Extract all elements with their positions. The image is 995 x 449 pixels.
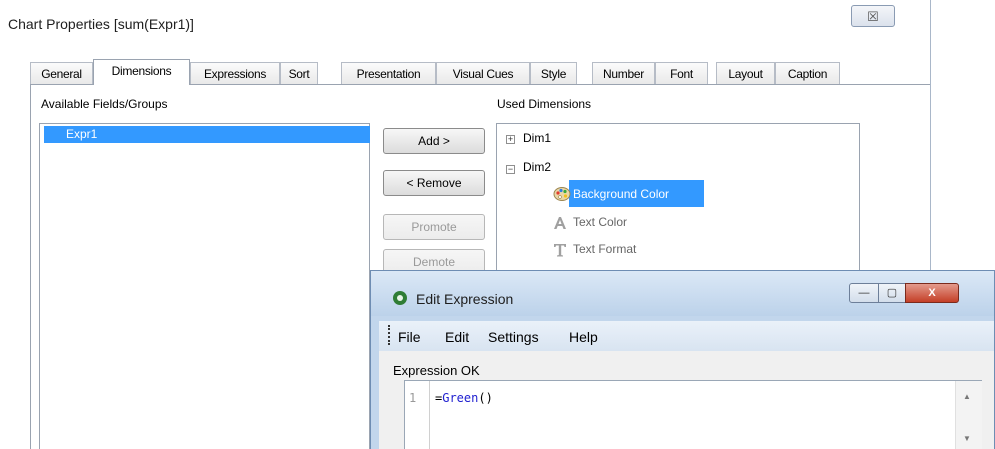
maximize-button[interactable]: ▢: [878, 283, 906, 303]
expand-icon[interactable]: +: [506, 135, 515, 144]
tree-item-dim2[interactable]: Dim2: [523, 160, 551, 174]
window-close-button[interactable]: X: [905, 283, 959, 303]
tree-item-label: Background Color: [573, 187, 670, 201]
tab-font[interactable]: Font: [655, 62, 708, 84]
dialog-title: Chart Properties [sum(Expr1)]: [8, 16, 194, 32]
tab-general[interactable]: General: [30, 62, 93, 84]
menu-help[interactable]: Help: [569, 329, 598, 345]
tree-item-text-format[interactable]: Text Format: [573, 242, 636, 256]
minimize-icon: —: [858, 287, 870, 299]
close-icon: X: [928, 287, 936, 299]
menu-bar: [379, 321, 994, 351]
minimize-button[interactable]: —: [849, 283, 879, 303]
list-item[interactable]: Expr1: [44, 126, 370, 143]
tab-sort[interactable]: Sort: [280, 62, 318, 84]
remove-button[interactable]: < Remove: [383, 170, 485, 196]
tab-expressions[interactable]: Expressions: [190, 62, 280, 84]
add-button[interactable]: Add >: [383, 128, 485, 154]
scroll-up-icon[interactable]: ▲: [963, 392, 971, 401]
code-parens: (): [478, 391, 493, 405]
tab-style[interactable]: Style: [530, 62, 577, 84]
text-color-icon: [554, 217, 566, 229]
used-dimensions-label: Used Dimensions: [497, 97, 592, 111]
tree-item-dim1[interactable]: Dim1: [523, 131, 551, 145]
promote-button[interactable]: Promote: [383, 214, 485, 240]
qlik-app-icon-inner: [397, 295, 403, 301]
tab-dimensions[interactable]: Dimensions: [93, 59, 190, 85]
collapse-icon[interactable]: −: [506, 165, 515, 174]
tab-number[interactable]: Number: [592, 62, 655, 84]
menu-file[interactable]: File: [398, 329, 421, 345]
tab-presentation[interactable]: Presentation: [341, 62, 436, 84]
maximize-icon: ▢: [886, 287, 898, 299]
edit-expression-title: Edit Expression: [416, 291, 514, 307]
line-number: 1: [409, 391, 417, 405]
tree-item-text-color[interactable]: Text Color: [573, 215, 627, 229]
tab-visual-cues[interactable]: Visual Cues: [436, 62, 530, 84]
palette-icon: [553, 187, 571, 201]
code-function: Green: [442, 391, 479, 405]
code-line[interactable]: =Green(): [435, 391, 493, 405]
menu-edit[interactable]: Edit: [445, 329, 469, 345]
tab-caption[interactable]: Caption: [775, 62, 840, 84]
close-icon: ☒: [867, 9, 879, 24]
edit-expression-window: Edit Expression — ▢ X File Edit Settings…: [370, 270, 995, 449]
expression-status: Expression OK: [393, 363, 480, 378]
tab-layout[interactable]: Layout: [716, 62, 775, 84]
text-format-icon: [554, 244, 566, 257]
menu-settings[interactable]: Settings: [488, 329, 539, 345]
scroll-down-icon[interactable]: ▼: [963, 434, 971, 443]
available-fields-label: Available Fields/Groups: [41, 97, 168, 111]
available-fields-list[interactable]: [39, 123, 370, 449]
menu-grip-icon: [388, 325, 392, 345]
close-button[interactable]: ☒: [851, 5, 895, 27]
